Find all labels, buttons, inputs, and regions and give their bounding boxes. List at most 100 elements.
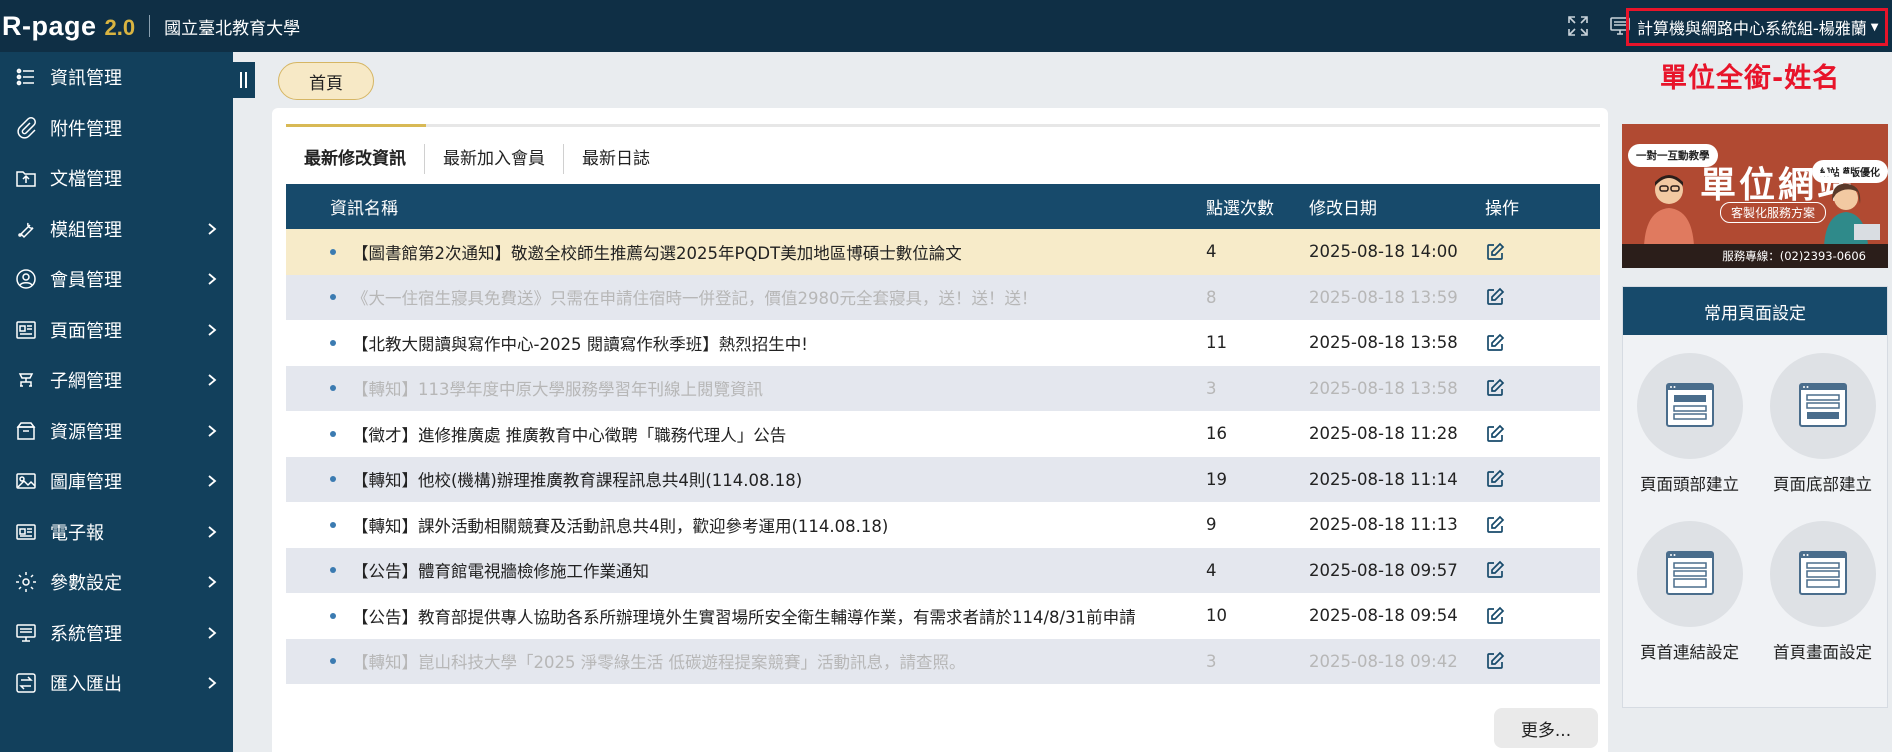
folder-upload-icon: [16, 171, 36, 187]
logo[interactable]: R-page 2.0: [2, 11, 135, 42]
monitor-icon: [16, 624, 36, 642]
sidebar-item[interactable]: 頁面管理: [0, 305, 233, 356]
row-title[interactable]: 【轉知】崑山科技大學「2025 淨零綠生活 低碳遊程提案競賽」活動訊息，請查照。: [330, 653, 965, 672]
sidebar-item[interactable]: 參數設定: [0, 557, 233, 608]
header-tools: [1566, 14, 1632, 38]
sidebar-collapse-button[interactable]: [233, 62, 255, 98]
unit-website-banner[interactable]: 一對一互動教學 網站模版優化 單位網站 客製化服務方案 服務專線：(02)239…: [1622, 124, 1888, 268]
sidebar-item[interactable]: 圖庫管理: [0, 456, 233, 507]
table-row[interactable]: 【轉知】113學年度中原大學服務學習年刊線上閱覽資訊 3 2025-08-18 13…: [286, 365, 1600, 411]
sidebar-item[interactable]: 系統管理: [0, 608, 233, 659]
edit-icon[interactable]: [1485, 378, 1505, 398]
sidebar-item-label: 模組管理: [50, 219, 122, 241]
table-row[interactable]: 《大一住宿生寢具免費送》只需在申請住宿時一併登記，價值2980元全套寢具，送！送…: [286, 274, 1600, 320]
header-links-icon: [1636, 521, 1743, 627]
sidebar-item-label: 文檔管理: [50, 169, 122, 191]
table-row[interactable]: 【圖書館第2次通知】敬邀全校師生推薦勾選2025年PQDT美加地區博碩士數位論文…: [286, 229, 1600, 275]
row-op-cell: [1485, 651, 1565, 671]
sidebar-item[interactable]: 資訊管理: [0, 52, 233, 103]
table-row[interactable]: 【北教大閱讀與寫作中心-2025 閱讀寫作秋季班】熱烈招生中! 11 2025-08…: [286, 320, 1600, 366]
settings-tile[interactable]: 頁首連結設定: [1623, 521, 1756, 663]
table-row[interactable]: 【轉知】課外活動相關競賽及活動訊息共4則，歡迎參考運用(114.08.18) 9 2…: [286, 502, 1600, 548]
sidebar-item-label: 子網管理: [50, 371, 122, 393]
more-button[interactable]: 更多...: [1494, 708, 1598, 748]
network-icon: [18, 373, 34, 387]
sidebar-item-label: 會員管理: [50, 270, 122, 292]
settings-tile-label: 首頁畫面設定: [1773, 643, 1872, 662]
row-op-cell: [1485, 287, 1565, 307]
chevron-right-icon: [208, 273, 217, 285]
table-row[interactable]: 【徵才】進修推廣處 推廣教育中心徵聘「職務代理人」公告 16 2025-08-18 …: [286, 411, 1600, 457]
sidebar-item-label: 頁面管理: [50, 320, 122, 342]
row-title[interactable]: 【圖書館第2次通知】敬邀全校師生推薦勾選2025年PQDT美加地區博碩士數位論文: [330, 244, 962, 263]
box-icon: [16, 422, 36, 440]
gear-icon: [16, 572, 36, 593]
sidebar-item[interactable]: 子網管理: [0, 355, 233, 406]
table-row[interactable]: 【公告】體育館電視牆檢修施工作業通知 4 2025-08-18 09:57: [286, 547, 1600, 593]
row-title-cell: 【轉知】崑山科技大學「2025 淨零綠生活 低碳遊程提案競賽」活動訊息，請查照。: [286, 649, 1206, 673]
row-title[interactable]: 【北教大閱讀與寫作中心-2025 閱讀寫作秋季班】熱烈招生中!: [330, 335, 808, 354]
tab-latest-logs[interactable]: 最新日誌: [563, 144, 668, 174]
sidebar-item-label: 圖庫管理: [50, 472, 122, 494]
row-op-cell: [1485, 424, 1565, 444]
newsletter-icon: [16, 524, 36, 540]
row-op-cell: [1485, 560, 1565, 580]
tab-latest-modified[interactable]: 最新修改資訊: [286, 144, 424, 174]
page-icon: [16, 321, 36, 339]
bullet-icon: [330, 248, 336, 255]
tab-new-members[interactable]: 最新加入會員: [424, 144, 563, 174]
page-footer-icon: [1769, 353, 1876, 459]
page-header-icon: [1636, 353, 1743, 459]
edit-icon[interactable]: [1485, 424, 1505, 444]
edit-icon[interactable]: [1485, 287, 1505, 307]
bullet-icon: [330, 612, 336, 619]
row-title[interactable]: 【公告】體育館電視牆檢修施工作業通知: [330, 562, 649, 581]
edit-icon[interactable]: [1485, 242, 1505, 262]
user-menu[interactable]: 計算機與網路中心系統組-楊雅蘭 ▼: [1626, 8, 1888, 46]
sidebar-item-label: 資源管理: [50, 421, 122, 443]
fullscreen-icon[interactable]: [1566, 14, 1590, 38]
breadcrumb-home-tab[interactable]: 首頁: [278, 62, 374, 100]
sidebar-item-label: 電子報: [50, 522, 104, 544]
sidebar-item[interactable]: 文檔管理: [0, 153, 233, 204]
row-title[interactable]: 【轉知】他校(機構)辦理推廣教育課程訊息共4則(114.08.18): [330, 471, 802, 490]
collapse-icon: [240, 72, 247, 88]
row-title-cell: 【轉知】113學年度中原大學服務學習年刊線上閱覽資訊: [286, 376, 1206, 400]
row-hits: 3: [1206, 651, 1217, 671]
settings-tile[interactable]: 首頁畫面設定: [1756, 521, 1889, 663]
table-row[interactable]: 【轉知】崑山科技大學「2025 淨零綠生活 低碳遊程提案競賽」活動訊息，請查照。…: [286, 638, 1600, 684]
row-date: 2025-08-18 13:58: [1309, 378, 1458, 398]
edit-icon[interactable]: [1485, 515, 1505, 535]
settings-tile-label: 頁面底部建立: [1773, 475, 1872, 494]
edit-icon[interactable]: [1485, 651, 1505, 671]
sidebar-item[interactable]: 附件管理: [0, 103, 233, 154]
settings-tile[interactable]: 頁面底部建立: [1756, 353, 1889, 495]
row-title[interactable]: 【公告】教育部提供專人協助各系所辦理境外生實習場所安全衛生輔導作業，有需求者請於…: [330, 608, 1136, 627]
sidebar-item[interactable]: 匯入匯出: [0, 658, 233, 709]
edit-icon[interactable]: [1485, 469, 1505, 489]
sidebar-item[interactable]: 資源管理: [0, 406, 233, 457]
sidebar-item[interactable]: 會員管理: [0, 254, 233, 305]
row-title[interactable]: 【徵才】進修推廣處 推廣教育中心徵聘「職務代理人」公告: [330, 426, 786, 445]
sidebar-item-label: 資訊管理: [50, 68, 122, 90]
attachment-icon: [17, 116, 36, 139]
row-title[interactable]: 【轉知】課外活動相關競賽及活動訊息共4則，歡迎參考運用(114.08.18): [330, 517, 888, 536]
table-row[interactable]: 【公告】教育部提供專人協助各系所辦理境外生實習場所安全衛生輔導作業，有需求者請於…: [286, 593, 1600, 639]
tab-bar: 最新修改資訊 最新加入會員 最新日誌: [286, 144, 668, 174]
edit-icon[interactable]: [1485, 560, 1505, 580]
edit-icon[interactable]: [1485, 606, 1505, 626]
table-row[interactable]: 【轉知】他校(機構)辦理推廣教育課程訊息共4則(114.08.18) 19 2025…: [286, 456, 1600, 502]
row-title[interactable]: 【轉知】113學年度中原大學服務學習年刊線上閱覽資訊: [330, 380, 763, 399]
edit-icon[interactable]: [1485, 333, 1505, 353]
bullet-icon: [330, 339, 336, 346]
settings-title: 常用頁面設定: [1623, 287, 1887, 335]
settings-tile[interactable]: 頁面頭部建立: [1623, 353, 1756, 495]
sidebar-item[interactable]: 模組管理: [0, 204, 233, 255]
row-op-cell: [1485, 242, 1565, 262]
row-title[interactable]: 《大一住宿生寢具免費送》只需在申請住宿時一併登記，價值2980元全套寢具，送！送…: [330, 289, 1038, 308]
row-title-cell: 【公告】體育館電視牆檢修施工作業通知: [286, 558, 1206, 582]
active-tab-indicator: [286, 124, 426, 127]
row-hits: 9: [1206, 515, 1217, 535]
sidebar-item[interactable]: 電子報: [0, 507, 233, 558]
row-op-cell: [1485, 606, 1565, 626]
